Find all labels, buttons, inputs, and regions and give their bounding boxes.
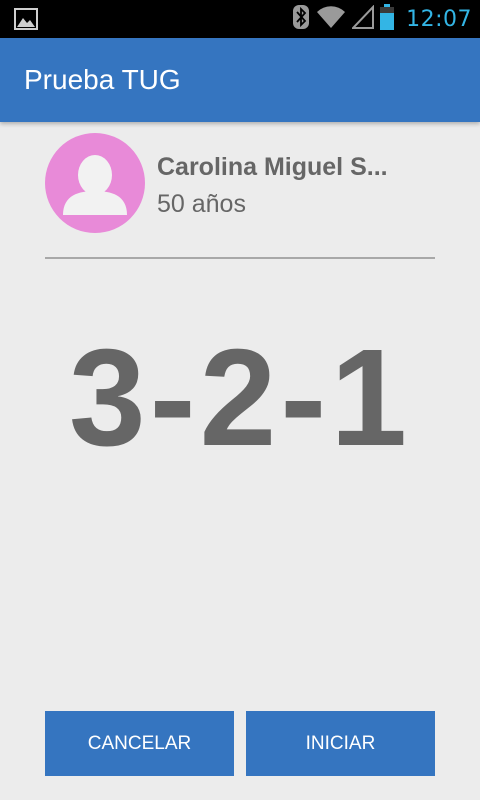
battery-icon — [380, 3, 395, 35]
wifi-icon — [316, 5, 346, 34]
start-button[interactable]: INICIAR — [246, 711, 435, 776]
app-bar: Prueba TUG — [0, 38, 480, 122]
patient-age: 50 años — [157, 190, 246, 218]
page-title: Prueba TUG — [24, 64, 181, 95]
divider — [45, 257, 435, 259]
user-silhouette-icon — [63, 155, 127, 215]
bluetooth-icon — [292, 4, 310, 35]
gallery-notification-icon — [14, 8, 38, 30]
status-clock: 12:07 — [406, 6, 472, 32]
countdown-display: 3-2-1 — [68, 321, 412, 475]
patient-name: Carolina Miguel S... — [157, 153, 388, 181]
signal-icon — [350, 4, 375, 34]
avatar — [45, 133, 145, 233]
status-bar: 12:07 — [0, 0, 480, 38]
cancel-button[interactable]: CANCELAR — [45, 711, 234, 776]
patient-profile: Carolina Miguel S... 50 años — [45, 133, 435, 233]
